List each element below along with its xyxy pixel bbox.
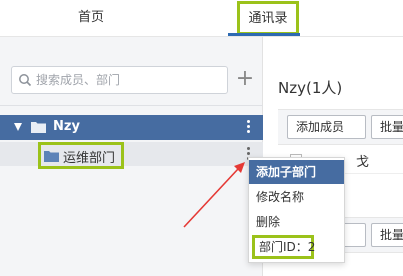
more-options-icon[interactable] bbox=[247, 120, 251, 134]
search-box[interactable] bbox=[11, 66, 228, 94]
menu-item-delete[interactable]: 删除 bbox=[249, 210, 344, 234]
tree-item-root[interactable]: Nzy bbox=[0, 115, 263, 140]
folder-icon bbox=[44, 151, 59, 162]
divider bbox=[0, 105, 263, 106]
member-toolbar: 添加成员 批量 bbox=[278, 109, 403, 145]
batch-button[interactable]: 批量 bbox=[371, 223, 403, 247]
tab-contacts[interactable]: 通讯录 bbox=[237, 1, 299, 35]
tree-item-label: 运维部门 bbox=[63, 151, 116, 166]
active-tab-indicator bbox=[228, 33, 300, 36]
menu-item-rename[interactable]: 修改名称 bbox=[249, 185, 344, 209]
collapse-triangle-icon[interactable] bbox=[14, 123, 22, 131]
tree-item-label: Nzy bbox=[53, 119, 80, 134]
search-icon bbox=[19, 74, 32, 87]
context-menu: 添加子部门 修改名称 删除 部门ID：2 bbox=[248, 157, 345, 263]
menu-item-add-sub-department[interactable]: 添加子部门 bbox=[249, 160, 344, 184]
top-tab-bar: 首页 通讯录 bbox=[0, 0, 403, 37]
department-id-label: 部门ID：2 bbox=[252, 235, 315, 259]
tree-item-ops-dept[interactable]: 运维部门 bbox=[0, 142, 263, 169]
folder-icon bbox=[31, 122, 46, 133]
search-input[interactable] bbox=[36, 67, 224, 93]
department-title: Nzy(1人) bbox=[278, 79, 343, 97]
batch-button[interactable]: 批量 bbox=[371, 115, 403, 139]
tab-home[interactable]: 首页 bbox=[52, 0, 130, 36]
department-panel: + Nzy 运维部门 bbox=[0, 37, 263, 276]
highlight-box: 运维部门 bbox=[38, 142, 124, 169]
member-name: 戈 bbox=[356, 155, 370, 170]
add-department-icon[interactable]: + bbox=[235, 68, 255, 90]
add-member-button[interactable]: 添加成员 bbox=[287, 115, 366, 139]
